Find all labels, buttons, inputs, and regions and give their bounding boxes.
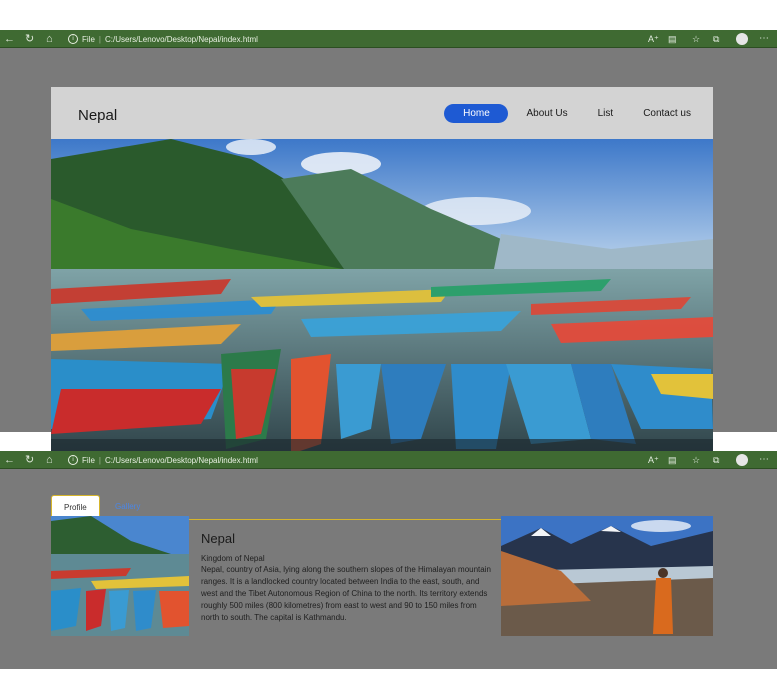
collections-icon[interactable]: ⧉	[713, 453, 719, 467]
hero-image	[51, 139, 713, 462]
browser-window-bottom: ← ↻ ⌂ i File | C:/Users/Lenovo/Desktop/N…	[0, 451, 777, 669]
favorites-icon[interactable]: ☆	[692, 32, 700, 46]
browser-window-top: ← ↻ ⌂ i File | C:/Users/Lenovo/Desktop/N…	[0, 30, 777, 462]
file-label: File	[82, 455, 95, 465]
file-label: File	[82, 34, 95, 44]
site-header: Nepal Home About Us List Contact us	[51, 87, 713, 139]
address-bar[interactable]: i File | C:/Users/Lenovo/Desktop/Nepal/i…	[68, 453, 258, 467]
separator: |	[98, 34, 101, 44]
lake-boats-thumbnail-picture	[51, 516, 189, 636]
read-aloud-icon[interactable]: A⁺	[648, 32, 659, 46]
home-icon[interactable]: ⌂	[46, 453, 53, 467]
monk-mountain-thumbnail	[501, 516, 713, 636]
profile-icon[interactable]	[736, 454, 748, 466]
browser-toolbar: ← ↻ ⌂ i File | C:/Users/Lenovo/Desktop/N…	[0, 30, 777, 48]
back-icon[interactable]: ←	[4, 453, 15, 467]
back-icon[interactable]: ←	[4, 32, 15, 46]
article-title: Nepal	[201, 531, 235, 546]
info-icon[interactable]: i	[68, 455, 78, 465]
reload-icon[interactable]: ↻	[25, 453, 34, 467]
nav-about-us[interactable]: About Us	[514, 104, 579, 123]
address-bar[interactable]: i File | C:/Users/Lenovo/Desktop/Nepal/i…	[68, 32, 258, 46]
mountain-monk-picture	[501, 516, 713, 636]
lake-thumbnail	[51, 516, 189, 636]
separator: |	[98, 455, 101, 465]
nav-contact-us[interactable]: Contact us	[631, 104, 703, 123]
site-brand[interactable]: Nepal	[78, 107, 117, 124]
page-viewport: Profile Gallery Nepal Kingdom of Nepal N…	[0, 469, 777, 669]
address-text: C:/Users/Lenovo/Desktop/Nepal/index.html	[104, 34, 258, 44]
favorites-icon[interactable]: ☆	[692, 453, 700, 467]
reload-icon[interactable]: ↻	[25, 32, 34, 46]
nav-home[interactable]: Home	[444, 104, 509, 123]
extensions-icon[interactable]: ▤	[668, 453, 677, 467]
address-text: C:/Users/Lenovo/Desktop/Nepal/index.html	[104, 455, 258, 465]
browser-toolbar: ← ↻ ⌂ i File | C:/Users/Lenovo/Desktop/N…	[0, 451, 777, 469]
nav-list[interactable]: List	[586, 104, 626, 123]
extensions-icon[interactable]: ▤	[668, 32, 677, 46]
page-viewport: Nepal Home About Us List Contact us	[0, 48, 777, 462]
main-nav: Home About Us List Contact us	[438, 104, 713, 123]
lake-boats-picture	[51, 139, 713, 462]
more-icon[interactable]: ⋯	[759, 32, 769, 46]
read-aloud-icon[interactable]: A⁺	[648, 453, 659, 467]
profile-icon[interactable]	[736, 33, 748, 45]
article-subtitle: Kingdom of Nepal	[201, 554, 265, 563]
collections-icon[interactable]: ⧉	[713, 32, 719, 46]
more-icon[interactable]: ⋯	[759, 453, 769, 467]
article: Nepal Kingdom of Nepal Nepal, country of…	[201, 531, 491, 624]
info-icon[interactable]: i	[68, 34, 78, 44]
article-body: Nepal, country of Asia, lying along the …	[201, 565, 491, 622]
home-icon[interactable]: ⌂	[46, 32, 53, 46]
